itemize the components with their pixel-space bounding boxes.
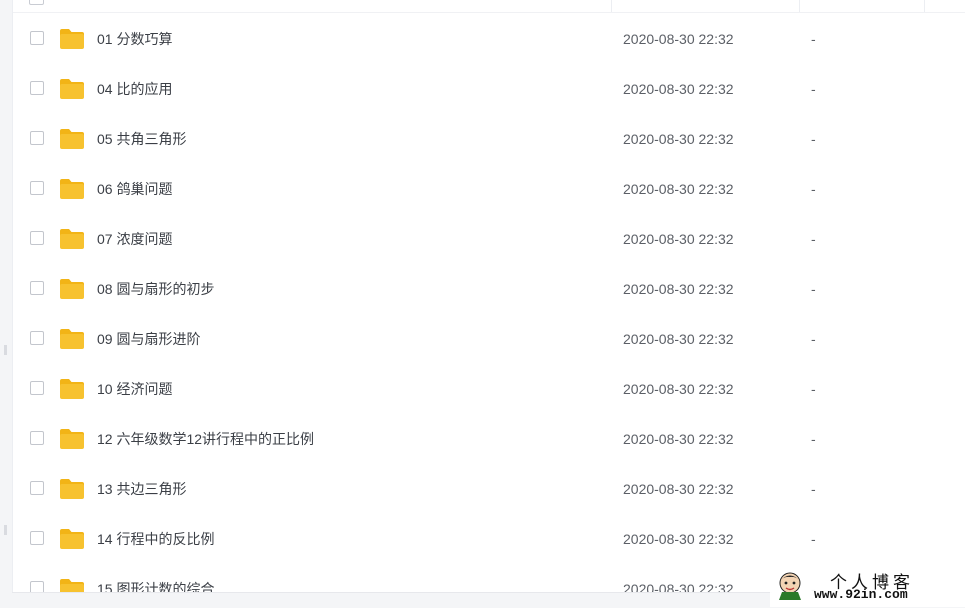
folder-icon[interactable] <box>59 428 85 450</box>
modified-date: 2020-08-30 22:32 <box>623 481 734 497</box>
file-rows: 01 分数巧算 2020-08-30 22:32 - 04 比的应用 2020-08-3… <box>13 14 965 592</box>
select-all-checkbox[interactable] <box>29 0 44 5</box>
file-size: - <box>811 31 816 47</box>
file-size: - <box>811 331 816 347</box>
row-checkbox[interactable] <box>30 131 44 145</box>
file-name-link[interactable]: 13 共边三角形 <box>97 464 186 514</box>
file-size: - <box>811 281 816 297</box>
row-checkbox[interactable] <box>30 281 44 295</box>
file-size: - <box>811 481 816 497</box>
row-checkbox[interactable] <box>30 181 44 195</box>
file-row[interactable]: 06 鸽巢问题 2020-08-30 22:32 - <box>13 164 965 214</box>
folder-icon[interactable] <box>59 28 85 50</box>
file-size: - <box>811 131 816 147</box>
modified-date: 2020-08-30 22:32 <box>623 431 734 447</box>
row-checkbox[interactable] <box>30 331 44 345</box>
list-header <box>13 0 965 13</box>
modified-date: 2020-08-30 22:32 <box>623 131 734 147</box>
file-name-link[interactable]: 08 圆与扇形的初步 <box>97 264 214 314</box>
file-row[interactable]: 10 经济问题 2020-08-30 22:32 - <box>13 364 965 414</box>
watermark-url: www.92in.com <box>814 587 908 602</box>
file-list-panel: 01 分数巧算 2020-08-30 22:32 - 04 比的应用 2020-08-3… <box>12 0 965 592</box>
file-name-link[interactable]: 15 图形计数的综合 <box>97 564 214 592</box>
file-row[interactable]: 04 比的应用 2020-08-30 22:32 - <box>13 64 965 114</box>
row-checkbox[interactable] <box>30 481 44 495</box>
modified-date: 2020-08-30 22:32 <box>623 581 734 592</box>
watermark: 个人博客 www.92in.com <box>770 566 965 607</box>
file-size: - <box>811 381 816 397</box>
file-row[interactable]: 13 共边三角形 2020-08-30 22:32 - <box>13 464 965 514</box>
modified-date: 2020-08-30 22:32 <box>623 31 734 47</box>
edge-marker <box>4 525 7 535</box>
row-checkbox[interactable] <box>30 31 44 45</box>
folder-icon[interactable] <box>59 128 85 150</box>
file-size: - <box>811 531 816 547</box>
header-col-modified[interactable] <box>611 0 800 12</box>
file-name-link[interactable]: 14 行程中的反比例 <box>97 514 214 564</box>
edge-marker <box>4 345 7 355</box>
modified-date: 2020-08-30 22:32 <box>623 331 734 347</box>
folder-icon[interactable] <box>59 78 85 100</box>
file-row[interactable]: 01 分数巧算 2020-08-30 22:32 - <box>13 14 965 64</box>
file-name-link[interactable]: 07 浓度问题 <box>97 214 172 264</box>
file-size: - <box>811 431 816 447</box>
modified-date: 2020-08-30 22:32 <box>623 281 734 297</box>
row-checkbox[interactable] <box>30 381 44 395</box>
modified-date: 2020-08-30 22:32 <box>623 181 734 197</box>
header-col-extra <box>924 0 965 12</box>
file-name-link[interactable]: 06 鸽巢问题 <box>97 164 172 214</box>
status-bar <box>12 592 772 608</box>
file-name-link[interactable]: 10 经济问题 <box>97 364 172 414</box>
folder-icon[interactable] <box>59 278 85 300</box>
left-edge <box>0 0 12 607</box>
file-name-link[interactable]: 09 圆与扇形进阶 <box>97 314 200 364</box>
folder-icon[interactable] <box>59 378 85 400</box>
file-size: - <box>811 81 816 97</box>
file-row[interactable]: 05 共角三角形 2020-08-30 22:32 - <box>13 114 965 164</box>
header-col-size[interactable] <box>799 0 925 12</box>
row-checkbox[interactable] <box>30 581 44 592</box>
modified-date: 2020-08-30 22:32 <box>623 81 734 97</box>
modified-date: 2020-08-30 22:32 <box>623 381 734 397</box>
row-checkbox[interactable] <box>30 431 44 445</box>
file-row[interactable]: 09 圆与扇形进阶 2020-08-30 22:32 - <box>13 314 965 364</box>
folder-icon[interactable] <box>59 328 85 350</box>
file-row[interactable]: 14 行程中的反比例 2020-08-30 22:32 - <box>13 514 965 564</box>
modified-date: 2020-08-30 22:32 <box>623 531 734 547</box>
row-checkbox[interactable] <box>30 81 44 95</box>
row-checkbox[interactable] <box>30 231 44 245</box>
row-checkbox[interactable] <box>30 531 44 545</box>
file-row[interactable]: 07 浓度问题 2020-08-30 22:32 - <box>13 214 965 264</box>
folder-icon[interactable] <box>59 478 85 500</box>
folder-icon[interactable] <box>59 178 85 200</box>
file-name-link[interactable]: 04 比的应用 <box>97 64 172 114</box>
file-name-link[interactable]: 12 六年级数学12讲行程中的正比例 <box>97 414 314 464</box>
folder-icon[interactable] <box>59 528 85 550</box>
modified-date: 2020-08-30 22:32 <box>623 231 734 247</box>
folder-icon[interactable] <box>59 578 85 592</box>
file-name-link[interactable]: 05 共角三角形 <box>97 114 186 164</box>
file-size: - <box>811 181 816 197</box>
file-row[interactable]: 08 圆与扇形的初步 2020-08-30 22:32 - <box>13 264 965 314</box>
watermark-avatar-icon <box>779 572 801 600</box>
file-size: - <box>811 231 816 247</box>
file-name-link[interactable]: 01 分数巧算 <box>97 14 172 64</box>
file-row[interactable]: 12 六年级数学12讲行程中的正比例 2020-08-30 22:32 - <box>13 414 965 464</box>
folder-icon[interactable] <box>59 228 85 250</box>
